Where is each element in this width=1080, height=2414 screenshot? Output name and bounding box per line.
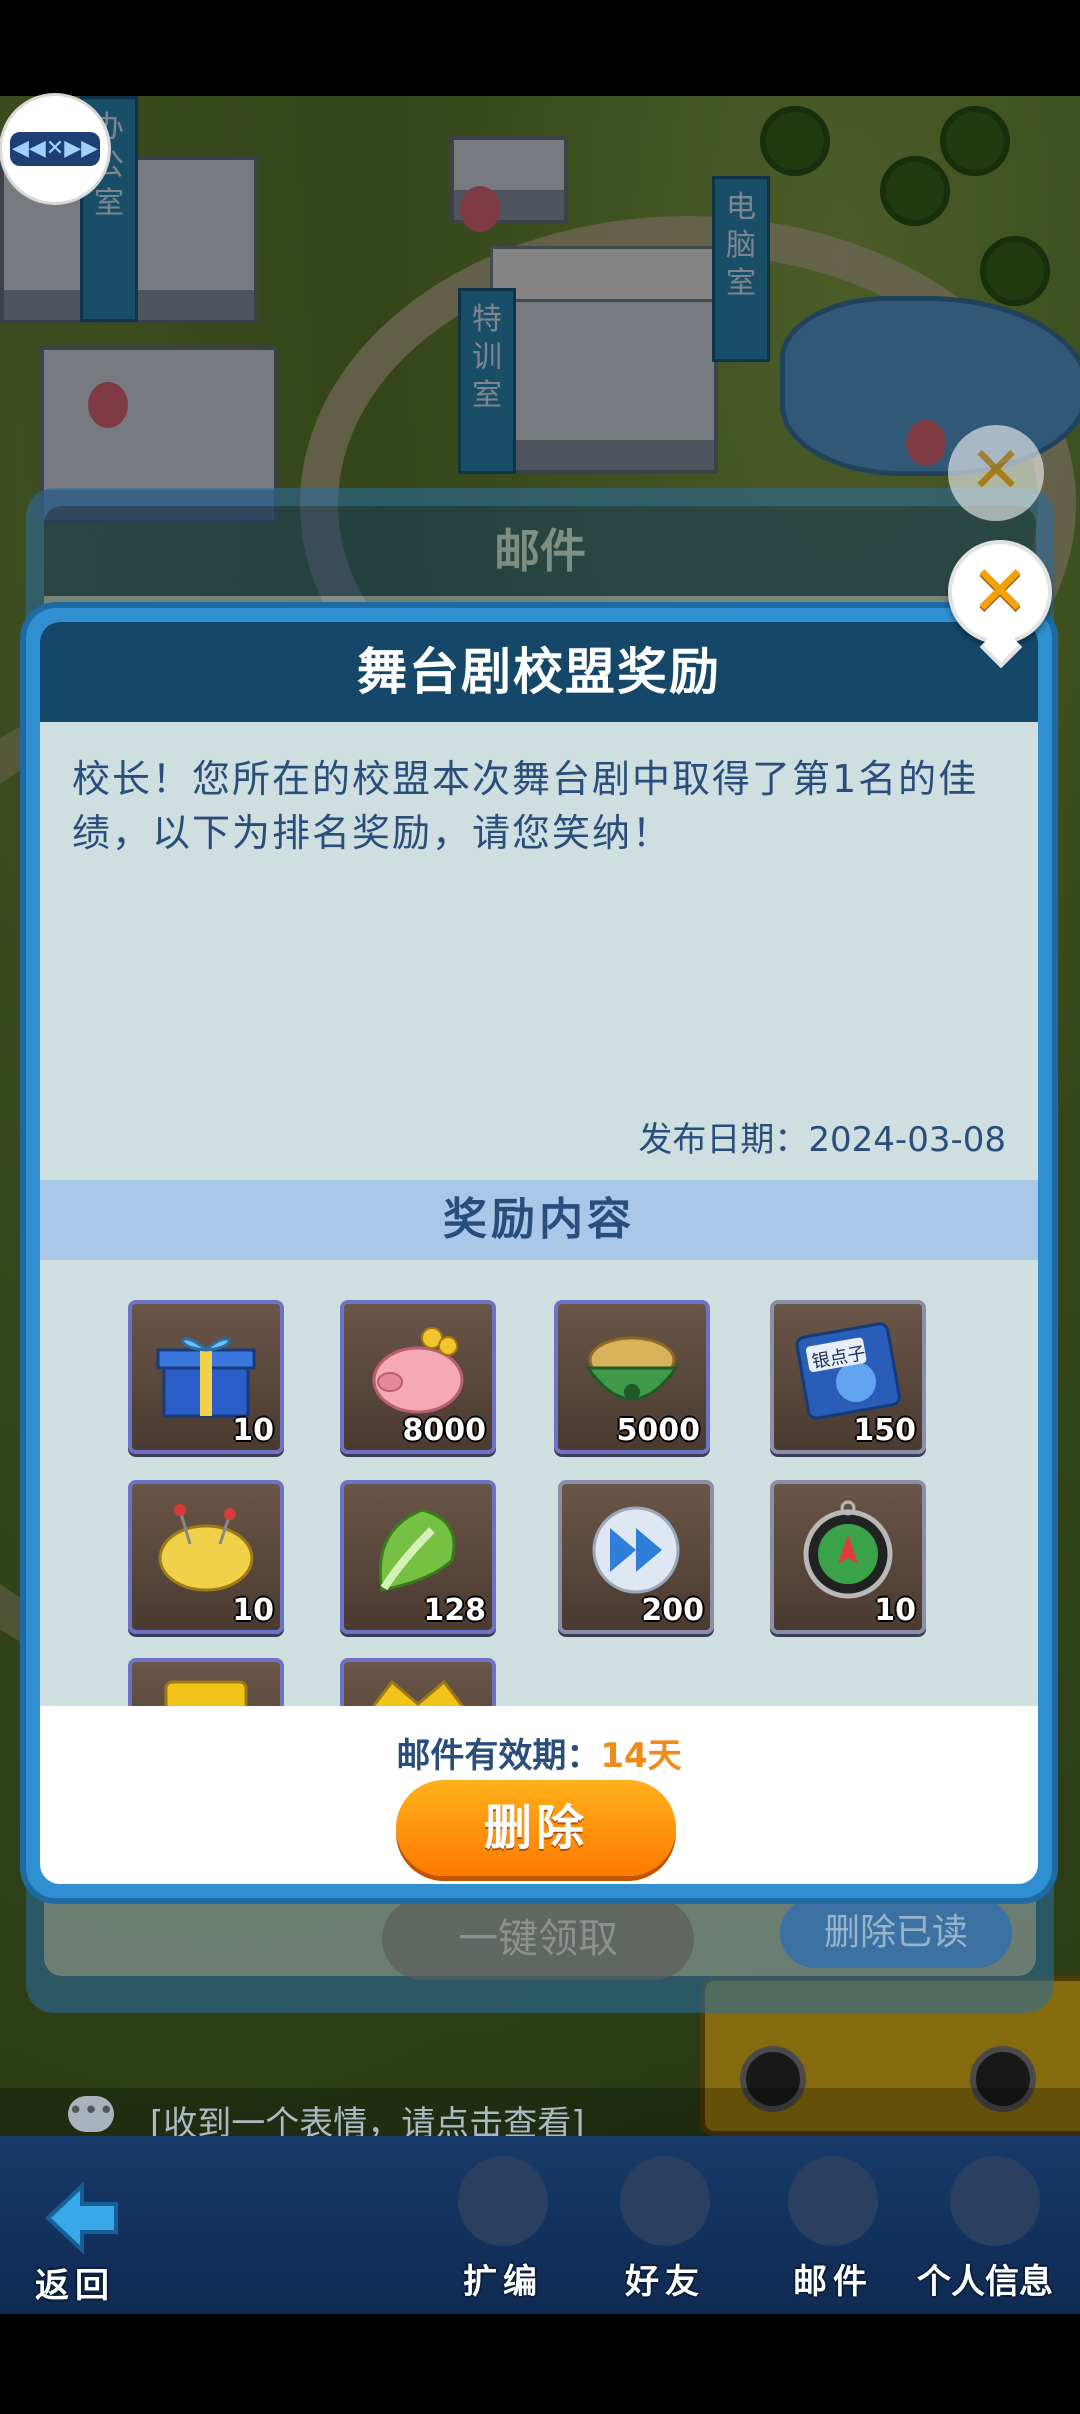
publish-date: 发布日期：2024-03-08: [638, 1120, 1006, 1160]
nav-mail-label: 邮件: [793, 2262, 873, 2302]
claim-all-button[interactable]: 一键领取: [382, 1898, 694, 1980]
nav-expand[interactable]: 扩编: [428, 2142, 568, 2312]
mail-message: 校长！您所在的校盟本次舞台剧中取得了第1名的佳绩，以下为排名奖励，请您笑纳！: [72, 757, 979, 855]
reward-item-piggy-bank[interactable]: 8000: [340, 1300, 496, 1454]
reward-item-pincushion[interactable]: 10: [128, 1480, 284, 1634]
profile-avatar-icon: [950, 2156, 1040, 2246]
reward-item-gold[interactable]: [128, 1658, 284, 1706]
fast-forward-icon: [592, 1506, 680, 1594]
reward-qty: 5000: [616, 1413, 701, 1448]
gold-item-icon: [164, 1680, 248, 1706]
nav-expand-label: 扩编: [463, 2262, 543, 2302]
reward-qty: 150: [853, 1413, 916, 1448]
bottom-navigation: 返回 扩编 好友 邮件 个人信息: [0, 2136, 1080, 2314]
reward-item-compass[interactable]: 10: [770, 1480, 926, 1634]
mail-detail-dialog: 舞台剧校盟奖励 校长！您所在的校盟本次舞台剧中取得了第1名的佳绩，以下为排名奖励…: [26, 608, 1052, 1898]
chat-strip[interactable]: ••• [收到一个表情，请点击查看]: [0, 2088, 1080, 2144]
reward-qty: 200: [641, 1593, 704, 1628]
rewards-header: 奖励内容: [40, 1180, 1038, 1260]
speed-icon: ◀◀✕▶▶: [10, 132, 100, 166]
validity-days: 14天: [600, 1736, 682, 1776]
delete-read-button[interactable]: 删除已读: [780, 1898, 1012, 1968]
chat-bubble-icon: •••: [68, 2096, 114, 2132]
dialog-close-button[interactable]: ✕: [948, 540, 1052, 644]
status-bar: [0, 0, 1080, 96]
reward-qty: 10: [232, 1593, 274, 1628]
mail-envelope-icon: [788, 2156, 878, 2246]
reward-item-gift-box[interactable]: 10: [128, 1300, 284, 1454]
validity-label: 邮件有效期：: [396, 1736, 601, 1776]
delete-button[interactable]: 删除: [396, 1780, 676, 1876]
speed-toggle-button[interactable]: ◀◀✕▶▶: [2, 96, 108, 202]
nav-friends[interactable]: 好友: [590, 2142, 730, 2312]
rewards-grid[interactable]: 10 8000 5000 银点子 150 10 128 200 10: [40, 1260, 1038, 1706]
piggy-bank-icon: [372, 1327, 464, 1414]
reward-item-fast-forward[interactable]: 200: [558, 1480, 714, 1634]
mail-panel-title: 邮件: [44, 506, 1036, 596]
system-nav-area: [0, 2314, 1080, 2414]
bok-choy-icon: [378, 1508, 456, 1592]
nav-profile[interactable]: 个人信息: [917, 2142, 1060, 2312]
reward-item-silver-scroll[interactable]: 银点子 150: [770, 1300, 926, 1454]
pet-food-bowl-icon: [585, 1336, 679, 1401]
silver-scroll-icon: 银点子: [795, 1322, 901, 1420]
nav-mail[interactable]: 邮件: [758, 2142, 898, 2312]
pincushion-icon: [158, 1504, 254, 1592]
gift-box-icon: [156, 1337, 256, 1418]
reward-item-pet-food[interactable]: 5000: [554, 1300, 710, 1454]
dialog-footer: 邮件有效期：14天 删除: [40, 1706, 1038, 1884]
nav-back[interactable]: 返回: [8, 2142, 148, 2312]
close-icon: ✕: [970, 550, 1030, 632]
reward-qty: 8000: [402, 1413, 487, 1448]
reward-qty: 128: [423, 1593, 486, 1628]
compass-icon: [803, 1500, 893, 1599]
nav-profile-label: 个人信息: [917, 2262, 1053, 2302]
friends-icon: [620, 2156, 710, 2246]
reward-qty: 10: [874, 1593, 916, 1628]
back-arrow-icon: [45, 2181, 118, 2255]
mail-panel-close-icon[interactable]: ✕: [948, 425, 1044, 521]
mail-validity: 邮件有效期：14天: [40, 1728, 1038, 1777]
reward-qty: 10: [232, 1413, 274, 1448]
crown-item-icon: [371, 1679, 465, 1706]
nav-friends-label: 好友: [625, 2262, 705, 2302]
nav-back-label: 返回: [35, 2266, 115, 2306]
expand-team-icon: [458, 2156, 548, 2246]
reward-item-crown[interactable]: [340, 1658, 496, 1706]
dialog-title: 舞台剧校盟奖励: [40, 622, 1038, 722]
reward-item-bok-choy[interactable]: 128: [340, 1480, 496, 1634]
